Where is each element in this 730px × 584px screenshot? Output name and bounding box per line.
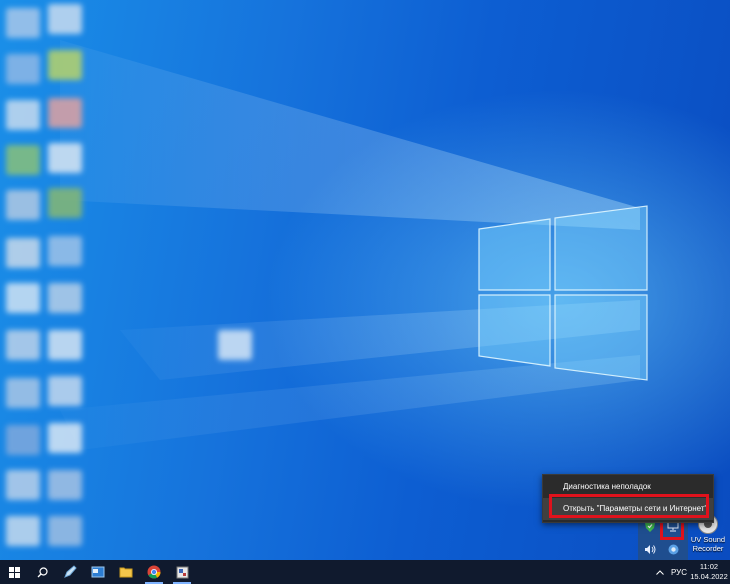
desktop-icon[interactable] [6,238,40,268]
desktop-icon[interactable] [6,330,40,360]
desktop-icon[interactable] [48,236,82,266]
search-icon [37,566,48,577]
desktop-icon[interactable] [6,8,40,38]
desktop-icon[interactable] [6,100,40,130]
uv-label-line2: Recorder [692,544,724,553]
store-app-icon [176,566,188,578]
language-indicator[interactable]: РУС [671,560,687,584]
desktop-icon[interactable] [48,376,82,406]
taskbar: РУС 11:02 15.04.2022 [0,560,730,584]
desktop-icon[interactable] [6,283,40,313]
desktop-icon[interactable] [6,190,40,220]
desktop-icon[interactable] [48,283,82,313]
desktop-icon[interactable] [48,143,82,173]
chrome-icon [147,565,161,579]
windows-icon [8,566,20,578]
taskbar-file-explorer[interactable] [112,560,140,584]
desktop-icon[interactable] [48,4,82,34]
pen-app-icon [64,565,77,578]
show-hidden-icons-chevron[interactable] [654,560,666,584]
desktop-icon[interactable] [6,145,40,175]
clock-date: 15.04.2022 [690,572,728,581]
desktop-icon[interactable] [48,423,82,453]
taskbar-app-window[interactable] [84,560,112,584]
desktop-icon[interactable] [6,425,40,455]
start-button[interactable] [0,560,28,584]
desktop-icon[interactable] [6,378,40,408]
desktop-icon[interactable] [48,516,82,546]
desktop-icon[interactable] [48,50,82,80]
app-tray-icon[interactable] [666,542,680,556]
folder-icon [119,567,133,578]
uv-label-line1: UV Sound [690,535,726,544]
menu-item-highlight [549,494,709,518]
desktop-icon[interactable] [218,330,252,360]
desktop-icon[interactable] [6,54,40,84]
desktop-icon[interactable] [48,330,82,360]
window-app-icon [91,566,105,578]
taskbar-app-store[interactable] [168,560,196,584]
search-button[interactable] [28,560,56,584]
desktop-icon[interactable] [48,470,82,500]
chevron-up-icon [656,569,664,575]
taskbar-app-pen[interactable] [56,560,84,584]
desktop-icon[interactable] [48,98,82,128]
taskbar-chrome[interactable] [140,560,168,584]
clock-time: 11:02 [699,562,719,571]
desktop-icon[interactable] [6,516,40,546]
desktop-icon[interactable] [6,470,40,500]
volume-icon[interactable] [643,542,657,556]
taskbar-clock[interactable]: 11:02 15.04.2022 [690,562,728,582]
desktop-icon[interactable] [48,188,82,218]
